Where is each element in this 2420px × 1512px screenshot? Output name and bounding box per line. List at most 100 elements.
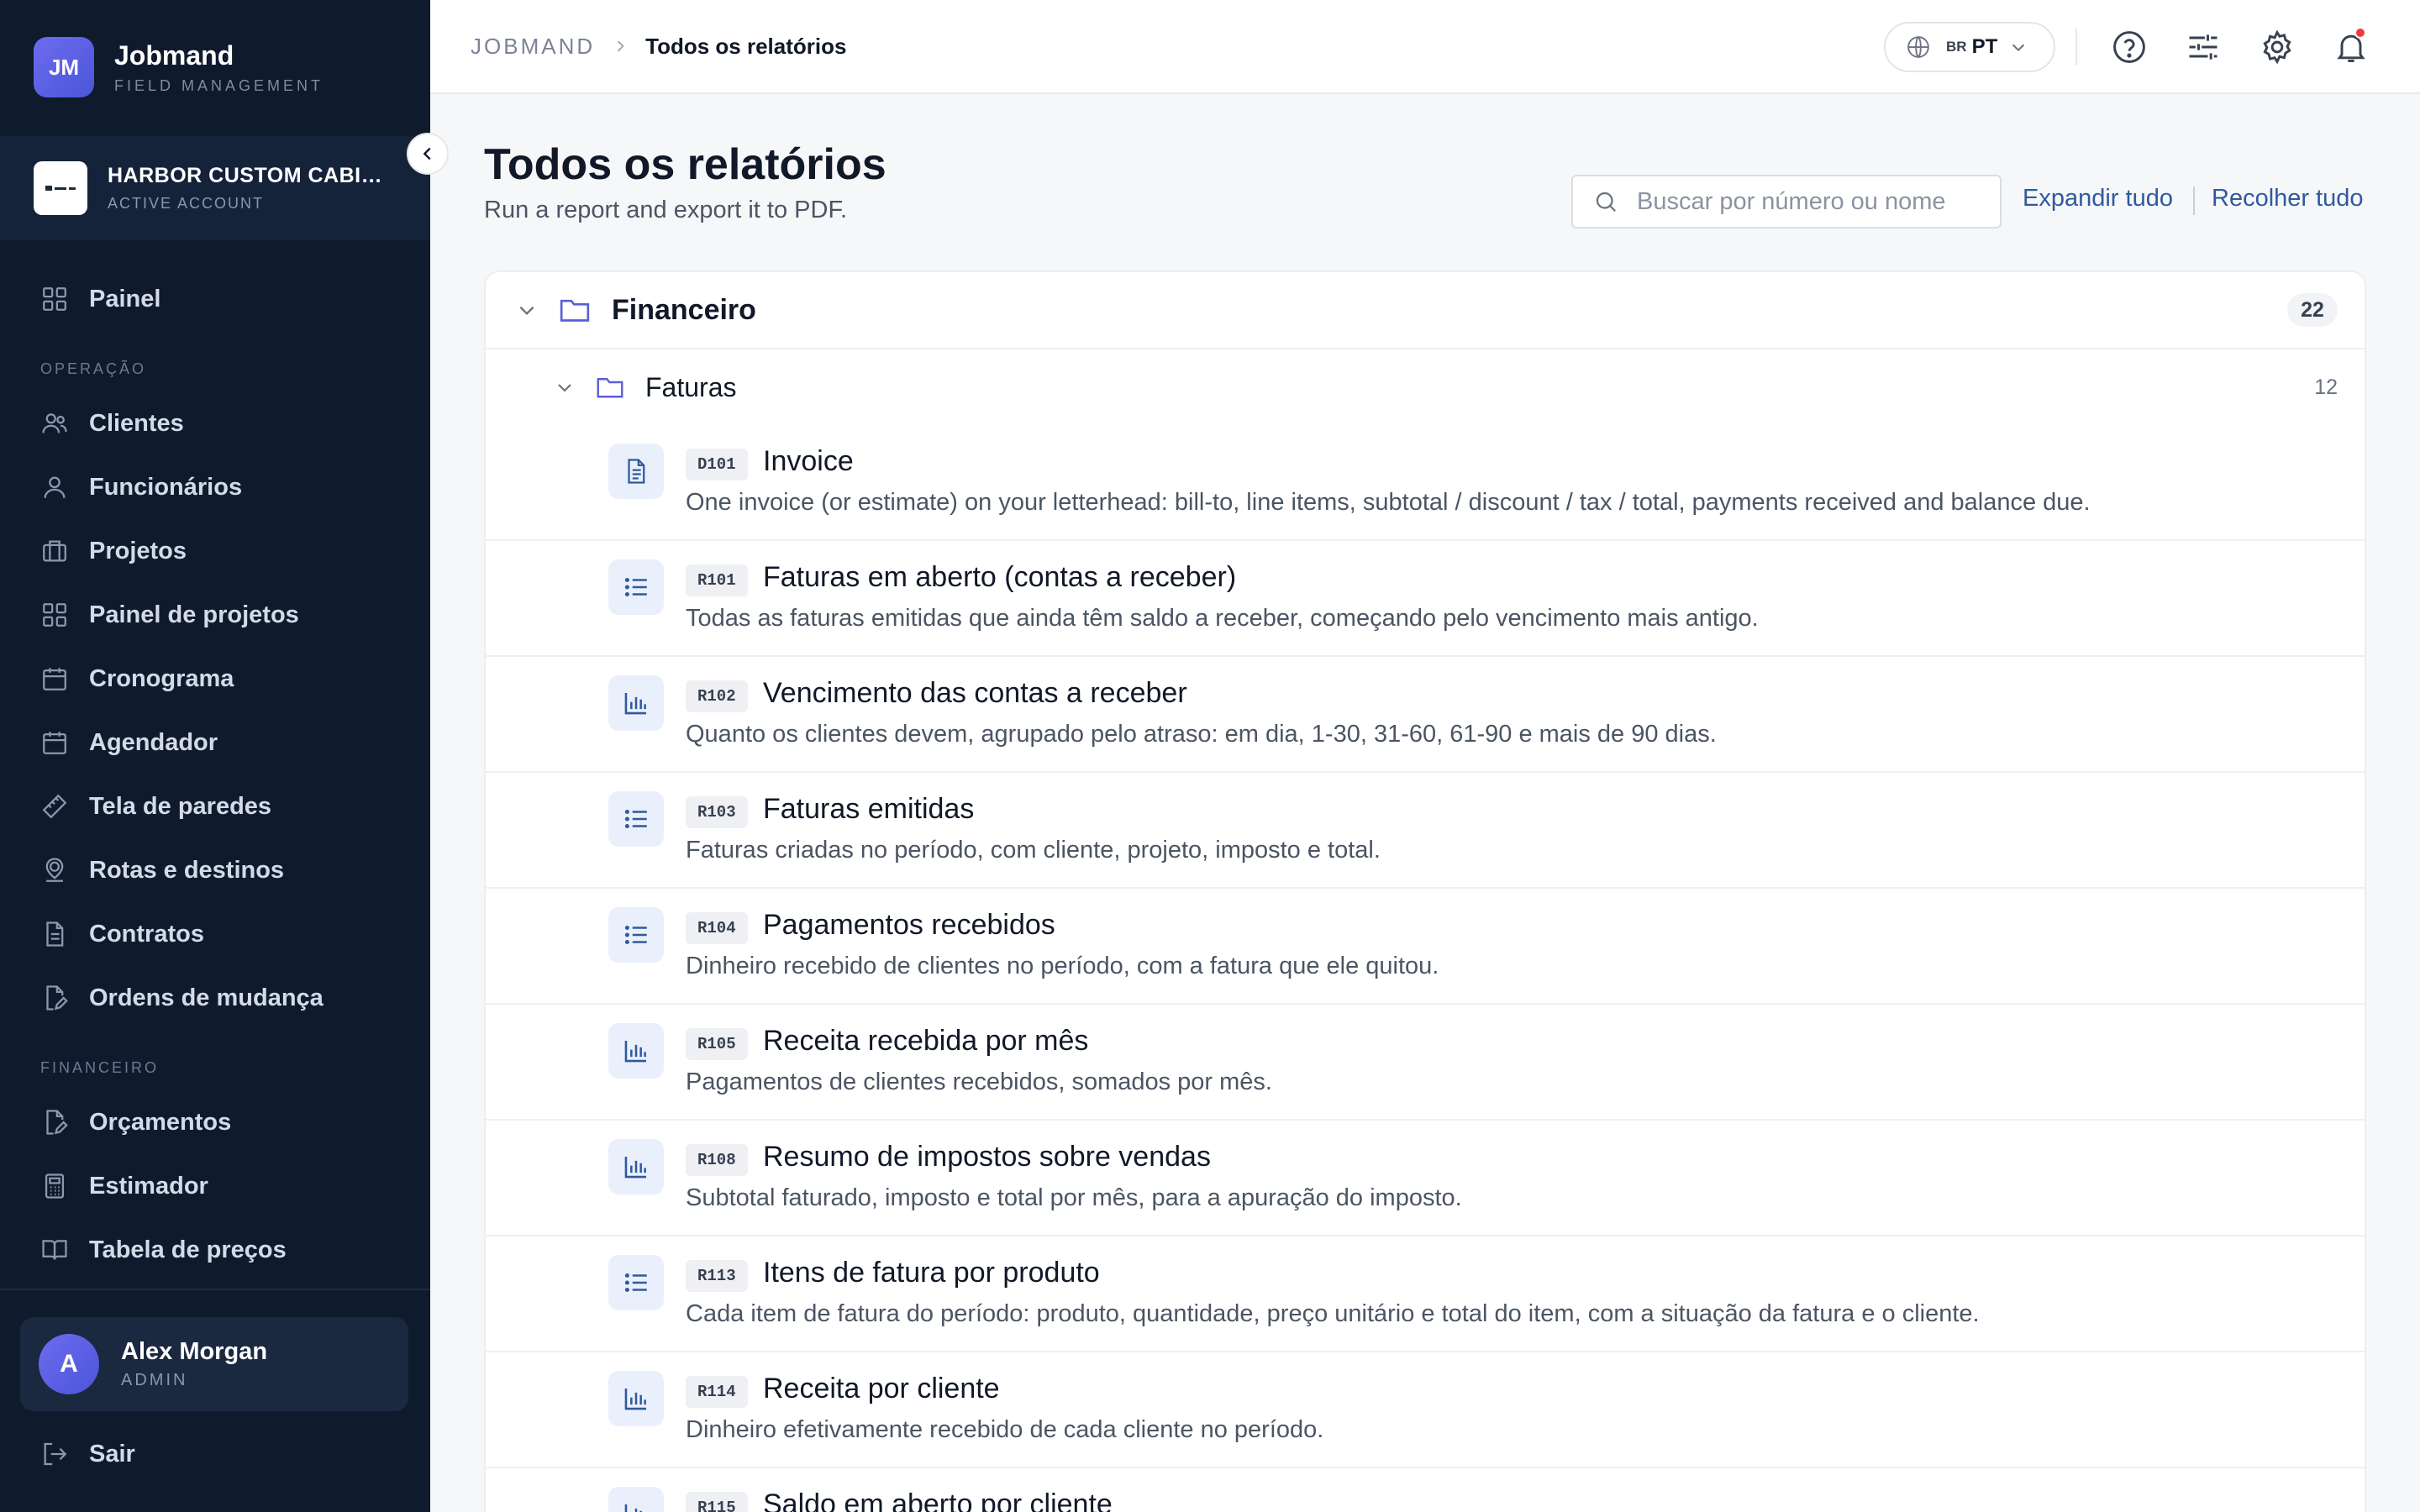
report-code: R103	[686, 796, 748, 828]
bar-chart-icon	[608, 1487, 664, 1512]
sidebar: JM Jobmand FIELD MANAGEMENT HARBOR CUSTO…	[0, 0, 430, 1512]
report-code: R102	[686, 680, 748, 712]
sidebar-item-label: Clientes	[89, 409, 184, 437]
search-input[interactable]	[1637, 187, 1973, 216]
search-icon	[1596, 192, 1617, 213]
breadcrumb-root[interactable]: JOBMAND	[471, 34, 595, 60]
chevron-right-icon	[617, 40, 624, 52]
sidebar-item-tela-de-paredes[interactable]: Tela de paredes	[0, 774, 430, 838]
sidebar-item-label: Painel de projetos	[89, 601, 299, 628]
sidebar-item-label: Cronograma	[89, 664, 234, 692]
report-title[interactable]: Vencimento das contas a receber	[763, 677, 1187, 710]
report-row[interactable]: R105 Receita recebida por mês Pagamentos d…	[486, 1005, 2365, 1121]
report-row[interactable]: R113 Itens de fatura por produto Cada item…	[486, 1236, 2365, 1352]
sidebar-section-financeiro: FINANCEIRO	[40, 1059, 160, 1076]
account-switcher[interactable]: HARBOR CUSTOM CABIN... ACTIVE ACCOUNT	[0, 136, 430, 240]
report-code: R104	[686, 912, 748, 944]
sidebar-item-contratos[interactable]: Contratos	[0, 902, 430, 966]
report-title[interactable]: Itens de fatura por produto	[763, 1257, 1100, 1289]
report-title[interactable]: Faturas em aberto (contas a receber)	[763, 561, 1236, 594]
search-box[interactable]	[1571, 175, 2002, 228]
report-row[interactable]: R114 Receita por cliente Dinheiro efetivam…	[486, 1352, 2365, 1468]
bar-chart-icon	[608, 1139, 664, 1194]
group-label: Financeiro	[612, 293, 756, 326]
report-title[interactable]: Faturas emitidas	[763, 793, 974, 826]
report-title[interactable]: Resumo de impostos sobre vendas	[763, 1141, 1211, 1173]
report-row[interactable]: R101 Faturas em aberto (contas a receber)…	[486, 541, 2365, 657]
report-code: R108	[686, 1144, 748, 1176]
report-description: One invoice (or estimate) on your letter…	[686, 489, 2091, 516]
user-role: ADMIN	[121, 1371, 188, 1389]
sidebar-item-label: Painel	[89, 285, 161, 312]
sidebar-item-funcionarios[interactable]: Funcionários	[0, 455, 430, 519]
logout-label: Sair	[89, 1440, 135, 1467]
report-code: D101	[686, 449, 748, 480]
collapse-all-button[interactable]: Recolher tudo	[2212, 185, 2364, 213]
subgroup-row-faturas[interactable]: Faturas 12	[486, 349, 2365, 425]
language-selector[interactable]: BR PT	[1884, 22, 2055, 72]
help-icon[interactable]	[2111, 29, 2148, 66]
sidebar-collapse-button[interactable]	[407, 133, 449, 175]
report-row[interactable]: D101 Invoice One invoice (or estimate) on …	[486, 425, 2365, 541]
language-flag: BR	[1946, 39, 1967, 55]
report-row[interactable]: R104 Pagamentos recebidos Dinheiro recebid…	[486, 889, 2365, 1005]
account-name: HARBOR CUSTOM CABIN...	[108, 164, 393, 187]
link-divider	[2193, 186, 2195, 215]
sidebar-item-painel-de-projetos[interactable]: Painel de projetos	[0, 583, 430, 647]
sidebar-divider	[0, 1289, 430, 1290]
sidebar-item-ordens-de-mudanca[interactable]: Ordens de mudança	[0, 966, 430, 1030]
sidebar-item-clientes[interactable]: Clientes	[0, 391, 430, 455]
top-bar: JOBMAND Todos os relatórios BR PT	[430, 0, 2420, 94]
report-code: R105	[686, 1028, 748, 1060]
sidebar-section-operacao: OPERAÇÃO	[40, 360, 147, 377]
sidebar-item-label: Rotas e destinos	[89, 856, 285, 884]
report-title[interactable]: Receita recebida por mês	[763, 1025, 1088, 1058]
page-subtitle: Run a report and export it to PDF.	[484, 197, 847, 223]
report-description: Quanto os clientes devem, agrupado pelo …	[686, 721, 1717, 748]
sidebar-item-painel[interactable]: Painel	[0, 267, 430, 331]
document-edit-icon	[46, 985, 68, 1011]
sidebar-item-orcamentos[interactable]: Orçamentos	[0, 1090, 430, 1154]
book-icon	[42, 1240, 67, 1260]
sidebar-item-estimador[interactable]: Estimador	[0, 1154, 430, 1218]
report-row[interactable]: R102 Vencimento das contas a receber Quant…	[486, 657, 2365, 773]
sidebar-item-tabela-de-precos[interactable]: Tabela de preços	[0, 1218, 430, 1282]
report-title[interactable]: Saldo em aberto por cliente	[763, 1488, 1113, 1512]
report-row[interactable]: R108 Resumo de impostos sobre vendas Subto…	[486, 1121, 2365, 1236]
expand-all-button[interactable]: Expandir tudo	[2023, 185, 2173, 213]
logout-button[interactable]: Sair	[40, 1433, 135, 1475]
account-logo	[34, 161, 87, 215]
sidebar-item-label: Tela de paredes	[89, 792, 272, 820]
chevron-down-icon	[519, 306, 534, 316]
sidebar-item-cronograma[interactable]: Cronograma	[0, 647, 430, 711]
report-row[interactable]: R115 Saldo em aberto por cliente	[486, 1468, 2365, 1512]
report-title[interactable]: Pagamentos recebidos	[763, 909, 1055, 942]
sliders-icon[interactable]	[2185, 29, 2222, 66]
report-row[interactable]: R103 Faturas emitidas Faturas criadas no p…	[486, 773, 2365, 889]
sidebar-item-rotas-e-destinos[interactable]: Rotas e destinos	[0, 838, 430, 902]
notification-badge	[2354, 27, 2366, 39]
reports-card: Financeiro 22 Faturas 12 D101 Invoice One …	[484, 270, 2366, 1512]
report-title[interactable]: Invoice	[763, 445, 854, 478]
user-card[interactable]: A Alex Morgan ADMIN	[20, 1317, 408, 1411]
globe-icon	[1907, 36, 1929, 58]
brand[interactable]: JM Jobmand FIELD MANAGEMENT	[34, 34, 324, 101]
report-description: Pagamentos de clientes recebidos, somado…	[686, 1068, 1272, 1095]
bar-chart-icon	[608, 675, 664, 731]
breadcrumb: JOBMAND Todos os relatórios	[471, 0, 846, 92]
report-description: Dinheiro recebido de clientes no período…	[686, 953, 1439, 979]
sidebar-item-projetos[interactable]: Projetos	[0, 519, 430, 583]
report-code: R115	[686, 1492, 748, 1512]
chevron-down-icon	[558, 384, 571, 392]
sidebar-item-agendador[interactable]: Agendador	[0, 711, 430, 774]
report-description: Dinheiro efetivamente recebido de cada c…	[686, 1416, 1324, 1443]
sidebar-item-label: Tabela de preços	[89, 1236, 287, 1263]
report-title[interactable]: Receita por cliente	[763, 1373, 1000, 1405]
group-count-badge: 22	[2287, 293, 2338, 327]
topbar-divider	[2075, 29, 2077, 66]
gear-icon[interactable]	[2259, 29, 2296, 66]
subgroup-count: 12	[2314, 375, 2338, 399]
report-description: Cada item de fatura do período: produto,…	[686, 1300, 1980, 1327]
group-row-financeiro[interactable]: Financeiro 22	[486, 272, 2365, 349]
chevron-down-icon	[2012, 44, 2025, 52]
